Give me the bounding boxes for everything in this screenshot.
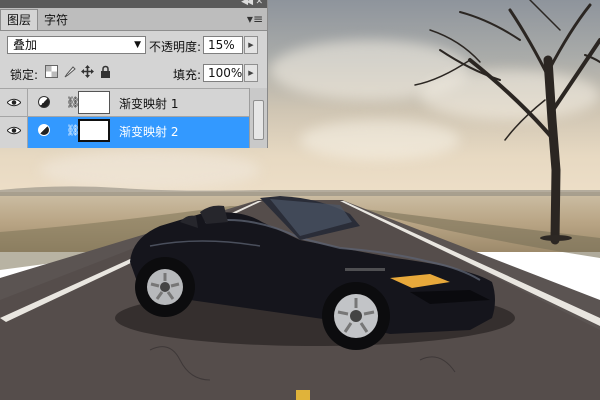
center-line: [296, 390, 310, 400]
chevron-down-icon: ▼: [134, 40, 141, 50]
panel-tabs: 图层 字符 ▾≡: [0, 8, 267, 31]
bare-tree: [414, 0, 600, 245]
blend-mode-select[interactable]: 叠加 ▼: [7, 36, 146, 54]
layer-mask-thumbnail[interactable]: [78, 119, 110, 142]
layer-row[interactable]: ⛓ 渐变映射 1: [0, 88, 249, 116]
blend-mode-value: 叠加: [13, 38, 38, 52]
opacity-input[interactable]: 15%: [203, 36, 243, 54]
layer-row-selected[interactable]: ⛓ 渐变映射 2: [0, 116, 249, 148]
layer-name: 渐变映射 2: [119, 125, 179, 139]
lock-transparent-icon[interactable]: [45, 65, 58, 78]
layer-name: 渐变映射 1: [119, 97, 179, 111]
lock-all-icon[interactable]: [99, 65, 112, 78]
lock-label: 锁定:: [10, 68, 39, 82]
lock-paint-icon[interactable]: [63, 65, 76, 78]
opacity-arrow-icon[interactable]: ▶: [244, 36, 258, 54]
panel-titlebar: ◀◀ ✕: [0, 0, 267, 8]
close-icon[interactable]: ✕: [255, 0, 263, 7]
eye-icon: [7, 126, 21, 135]
gradient-map-adjustment-icon: [38, 124, 50, 136]
tab-layers[interactable]: 图层: [0, 9, 39, 30]
scrollbar-thumb[interactable]: [253, 100, 264, 140]
fill-arrow-icon[interactable]: ▶: [244, 64, 258, 82]
layers-scrollbar[interactable]: [249, 88, 267, 148]
opacity-label: 不透明度:: [149, 40, 202, 54]
tab-character[interactable]: 字符: [38, 10, 74, 30]
visibility-toggle[interactable]: [0, 117, 28, 148]
layer-mask-thumbnail[interactable]: [78, 91, 110, 114]
fill-label: 填充:: [173, 68, 202, 82]
eye-icon: [7, 98, 21, 107]
distant-hills: [0, 186, 600, 196]
panel-menu-icon[interactable]: ▾≡: [247, 12, 263, 26]
fill-input[interactable]: 100%: [203, 64, 243, 82]
layers-panel: ◀◀ ✕ 图层 字符 ▾≡ 叠加 ▼ 不透明度: 15% ▶ 锁定: 填充: 1…: [0, 0, 268, 148]
collapse-icon[interactable]: ◀◀: [241, 0, 253, 7]
lock-move-icon[interactable]: [81, 65, 94, 78]
gradient-map-adjustment-icon: [38, 96, 50, 108]
visibility-toggle[interactable]: [0, 89, 28, 116]
